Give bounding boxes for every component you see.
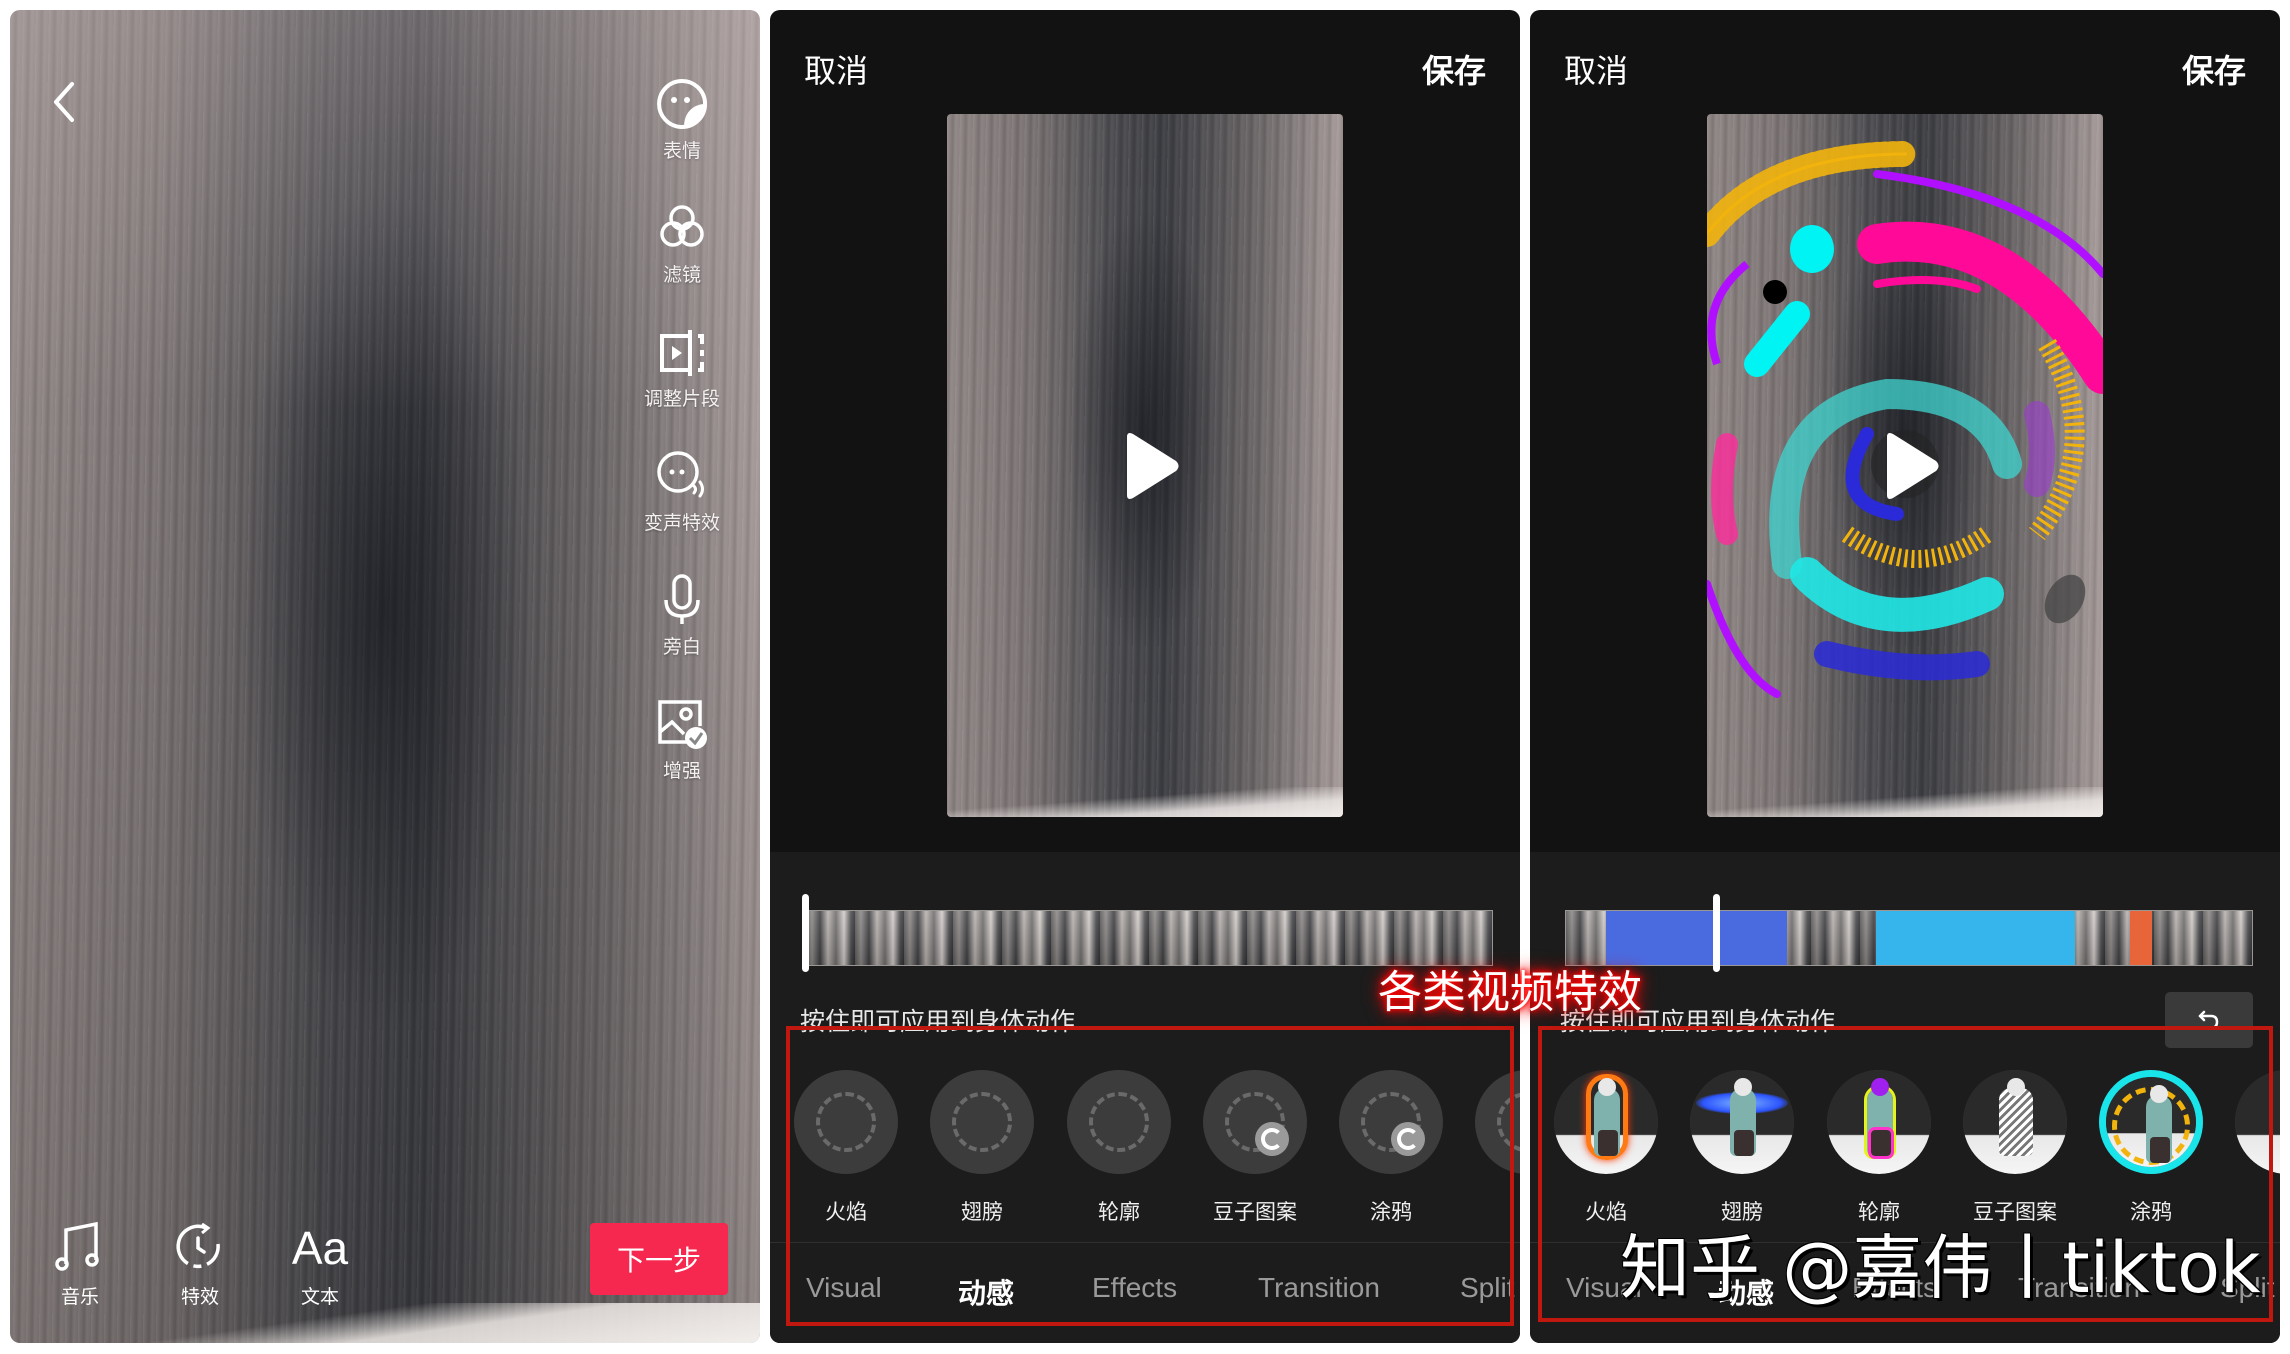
- text-label: 文本: [300, 1286, 339, 1308]
- effect-item-wings[interactable]: 翅膀: [1682, 1070, 1802, 1226]
- effects-timer-icon: [176, 1222, 220, 1269]
- side-tool-label: 增强: [662, 760, 701, 782]
- side-tool-label: 调整片段: [643, 388, 720, 410]
- effect-item-bean-pattern[interactable]: 豆子图案: [1955, 1070, 2075, 1226]
- effect-item-outline[interactable]: 轮廓: [1819, 1070, 1939, 1226]
- effect-item-bean-pattern[interactable]: 豆子图案: [1195, 1070, 1315, 1226]
- effect-item-outline[interactable]: 轮廓: [1059, 1070, 1179, 1226]
- divider: [770, 1242, 1520, 1243]
- music-button[interactable]: 音乐: [30, 1220, 130, 1309]
- undo-button[interactable]: [2165, 992, 2253, 1048]
- effect-thumbnail: [1554, 1070, 1658, 1174]
- download-icon: [1391, 1122, 1425, 1156]
- effect-placeholder: [1203, 1070, 1307, 1174]
- cancel-button[interactable]: 取消: [1564, 46, 1628, 92]
- adjust-clip-icon: [660, 330, 704, 376]
- effect-placeholder: [1339, 1070, 1443, 1174]
- watermark: 知乎 @嘉伟丨tiktok: [1620, 1227, 2261, 1309]
- tab-dynamic[interactable]: 动感: [958, 1272, 1014, 1312]
- side-tool-label: 变声特效: [643, 512, 720, 534]
- effect-label: 轮廓: [1098, 1200, 1140, 1224]
- text-icon: Aa: [291, 1222, 349, 1274]
- effects-list: 火焰 翅膀 轮廓 豆子图案 涂鸦: [770, 1070, 1520, 1230]
- play-icon: [1887, 432, 1939, 499]
- effect-item-fire[interactable]: 火焰: [1546, 1070, 1666, 1226]
- effects-list: 火焰 翅膀 轮廓 豆子图案 涂鸦: [1530, 1070, 2280, 1230]
- sticker-face-icon: [657, 78, 707, 129]
- next-step-button[interactable]: 下一步: [590, 1223, 728, 1295]
- effects-panel: 按住即可应用到身体动作 火焰 翅膀 轮廓 豆子图案 涂鸦 Visual 动感 E…: [770, 852, 1520, 1343]
- tab-effects[interactable]: Effects: [1092, 1272, 1177, 1304]
- effect-thumbnail: [1690, 1070, 1794, 1174]
- text-button[interactable]: Aa 文本: [270, 1220, 370, 1309]
- effect-thumbnail: [2099, 1070, 2203, 1174]
- cancel-button[interactable]: 取消: [804, 46, 868, 92]
- effect-item-wings[interactable]: 翅膀: [922, 1070, 1042, 1226]
- camera-screen: 表情 滤镜 调整片段 变声特效 旁白 增强 音乐 特效 Aa 文本 下一步: [10, 10, 760, 1343]
- play-icon: [1127, 432, 1179, 499]
- side-tool-label: 表情: [662, 140, 701, 162]
- effect-placeholder: [930, 1070, 1034, 1174]
- play-button[interactable]: [1121, 431, 1181, 501]
- effect-item-fire[interactable]: 火焰: [786, 1070, 906, 1226]
- tab-transition[interactable]: Transition: [1258, 1272, 1380, 1304]
- effect-label: 涂鸦: [1370, 1200, 1412, 1224]
- effect-item-graffiti[interactable]: 涂鸦: [1331, 1070, 1451, 1226]
- save-button[interactable]: 保存: [2182, 46, 2246, 92]
- download-icon: [1255, 1122, 1289, 1156]
- timeline-filmstrip[interactable]: [1565, 910, 2253, 966]
- effect-placeholder: [794, 1070, 898, 1174]
- effects-editor-after: 取消 保存 按住即可应用到身体动作 火焰 翅膀 轮廓 豆子图案 涂鸦 Visua…: [1530, 10, 2280, 1343]
- hint-text: 按住即可应用到身体动作: [800, 1007, 1076, 1036]
- microphone-icon: [664, 574, 700, 624]
- side-tool-label: 旁白: [662, 636, 701, 658]
- effect-label: 翅膀: [961, 1200, 1003, 1224]
- side-tool-filter[interactable]: 滤镜: [632, 200, 732, 287]
- effect-thumbnail: [1827, 1070, 1931, 1174]
- side-tool-voiceover[interactable]: 旁白: [632, 572, 732, 659]
- effect-item-partial[interactable]: [1467, 1070, 1520, 1174]
- save-button[interactable]: 保存: [1422, 46, 1486, 92]
- effect-label: 豆子图案: [1213, 1200, 1297, 1224]
- back-button[interactable]: [46, 72, 86, 132]
- undo-arrow-icon: [2198, 1010, 2219, 1030]
- side-tool-label: 滤镜: [662, 264, 701, 286]
- effects-label: 特效: [180, 1286, 219, 1308]
- effect-item-partial[interactable]: [2227, 1070, 2280, 1174]
- side-tool-voice-effect[interactable]: 变声特效: [632, 448, 732, 535]
- timeline-playhead[interactable]: [1713, 894, 1721, 972]
- filter-circles-icon: [660, 205, 704, 247]
- effect-item-graffiti[interactable]: 涂鸦: [2091, 1070, 2211, 1226]
- side-tool-enhance[interactable]: 增强: [632, 696, 732, 783]
- music-note-icon: [55, 1221, 99, 1271]
- effects-editor-before: 取消 保存 按住即可应用到身体动作 火焰 翅膀 轮廓 豆子图案 涂鸦 Visua…: [770, 10, 1520, 1343]
- effect-placeholder: [1067, 1070, 1171, 1174]
- effect-label: 火焰: [825, 1200, 867, 1224]
- annotation-label: 各类视频特效: [1378, 967, 1642, 1018]
- voice-effect-icon: [657, 451, 704, 498]
- effect-thumbnail: [1963, 1070, 2067, 1174]
- category-tabs: Visual 动感 Effects Transition Split: [770, 1272, 1520, 1322]
- tab-visual[interactable]: Visual: [806, 1272, 882, 1304]
- video-preview[interactable]: [1707, 114, 2103, 817]
- play-button[interactable]: [1881, 431, 1941, 501]
- enhance-image-icon: [658, 700, 707, 749]
- effects-button[interactable]: 特效: [150, 1220, 250, 1309]
- side-tool-sticker[interactable]: 表情: [632, 76, 732, 163]
- effect-segment[interactable]: [2129, 911, 2152, 965]
- chevron-left-icon: [54, 82, 74, 122]
- music-label: 音乐: [60, 1286, 99, 1308]
- effect-segment[interactable]: [1876, 911, 2075, 965]
- timeline-playhead[interactable]: [802, 894, 809, 972]
- tab-split[interactable]: Split: [1460, 1272, 1514, 1304]
- video-preview[interactable]: [947, 114, 1343, 817]
- side-tool-adjust-clip[interactable]: 调整片段: [632, 324, 732, 411]
